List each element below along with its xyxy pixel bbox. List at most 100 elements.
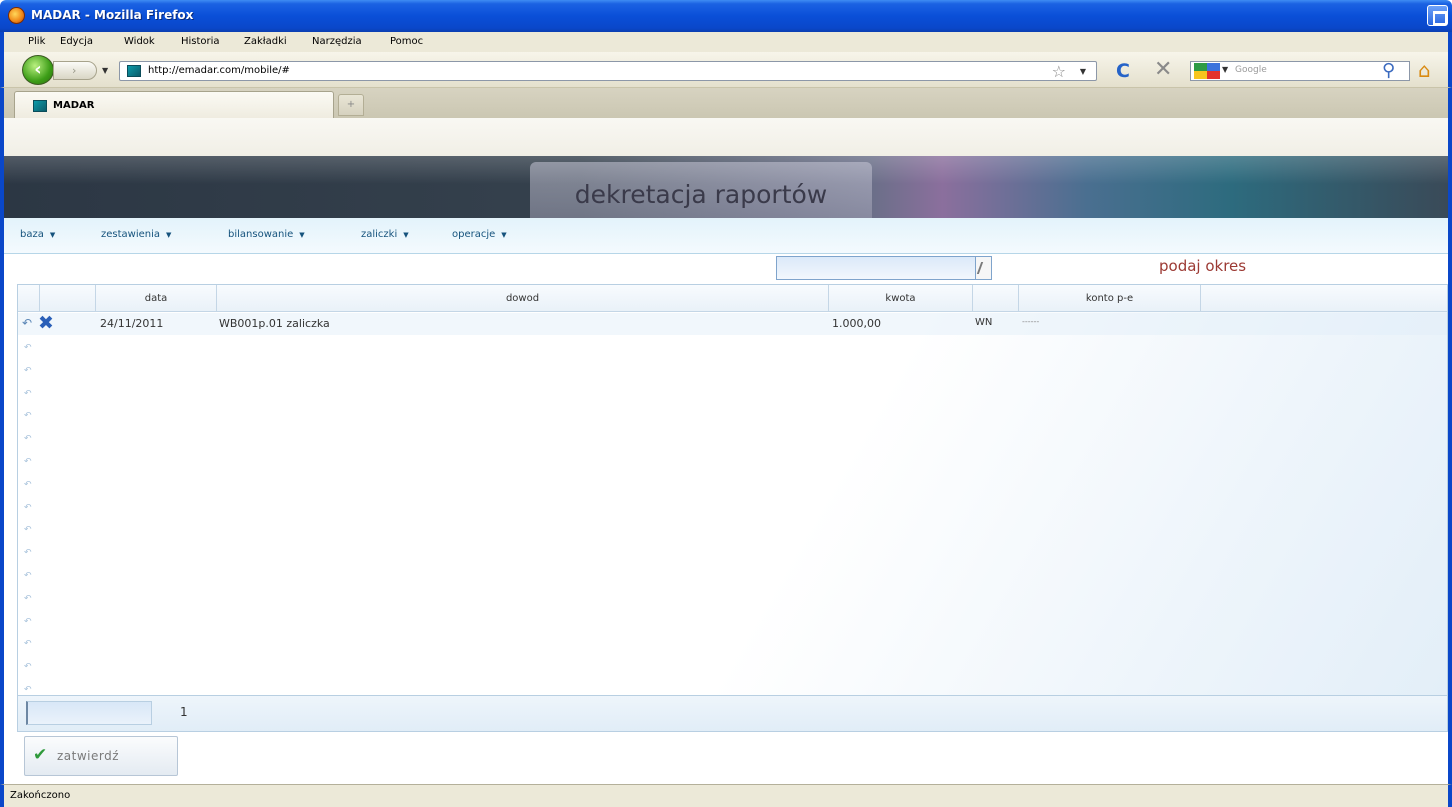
menu-narzedzia[interactable]: Narzędzia (312, 36, 362, 47)
tab-madar[interactable]: MADAR (14, 91, 334, 118)
menu-widok[interactable]: Widok (124, 36, 155, 47)
menu-zakladki[interactable]: Zakładki (244, 36, 287, 47)
tab-label: MADAR (53, 100, 95, 111)
page-top-strip (4, 118, 1448, 156)
url-dropdown-icon[interactable]: ▼ (1080, 67, 1086, 76)
empty-row-marker-icon: ↶ (24, 479, 32, 490)
col-header-strona[interactable] (973, 285, 1019, 312)
col-header-actions (18, 285, 40, 312)
cell-konto: ------ (1022, 317, 1040, 326)
empty-row-marker-icon: ↶ (24, 548, 32, 559)
col-header-kwota[interactable]: kwota (829, 285, 973, 312)
url-text[interactable]: http://emadar.com/mobile/# (148, 65, 290, 76)
grid-pager: 1 (18, 695, 1447, 731)
menu-operacje[interactable]: operacje ▼ (452, 229, 507, 240)
browser-tabbar: MADAR + (0, 88, 1452, 118)
empty-row-marker-icon: ↶ (24, 616, 32, 627)
empty-row-marker-icon: ↶ (24, 434, 32, 445)
search-input[interactable]: ▼ Google (1190, 61, 1410, 81)
header-title-panel: dekretacja raportów (530, 162, 872, 218)
confirm-button[interactable]: ✔ zatwierdź (24, 736, 178, 776)
filter-row: podaj okres (4, 254, 1448, 282)
window-title: MADAR - Mozilla Firefox (31, 8, 194, 22)
empty-row-marker-icon: ↶ (24, 343, 32, 353)
menu-label: zestawienia (101, 229, 161, 240)
chevron-down-icon: ▼ (403, 231, 409, 239)
page-number[interactable]: 1 (180, 705, 188, 719)
empty-row-marker-icon: ↶ (24, 525, 32, 536)
data-grid: data dowod kwota konto p-e ↶ ✖ 24/11/201… (17, 284, 1448, 732)
menu-plik[interactable]: Plik (28, 36, 45, 47)
window-frame-right (1448, 118, 1452, 784)
col-header-dowod[interactable]: dowod (217, 285, 829, 312)
menu-historia[interactable]: Historia (181, 36, 220, 47)
new-tab-button[interactable]: + (338, 94, 364, 116)
menu-baza[interactable]: baza ▼ (20, 229, 55, 240)
empty-row-marker-icon: ↶ (24, 502, 32, 513)
period-input[interactable] (776, 256, 976, 280)
empty-row-marker-icon: ↶ (24, 570, 32, 581)
cell-dowod: WB001p.01 zaliczka (219, 317, 330, 330)
edit-arrow-icon[interactable]: ↶ (22, 316, 32, 330)
confirm-label: zatwierdź (57, 749, 120, 763)
menu-label: bilansowanie (228, 229, 294, 240)
menu-zestawienia[interactable]: zestawienia ▼ (101, 229, 171, 240)
status-bar: Zakończono (0, 784, 1452, 807)
engine-dropdown-icon[interactable]: ▼ (1222, 65, 1228, 74)
cell-strona: WN (975, 317, 993, 328)
browser-menubar: Plik Edycja Widok Historia Zakładki Narz… (0, 32, 1452, 52)
empty-row-markers: ↶ ↶ ↶ ↶ ↶ ↶ ↶ ↶ ↶ ↶ ↶ ↶ ↶ ↶ ↶ ↶ (24, 337, 32, 702)
empty-row-marker-icon: ↶ (24, 662, 32, 673)
chevron-down-icon: ▼ (299, 231, 305, 239)
empty-row-marker-icon: ↶ (24, 593, 32, 604)
site-favicon-icon (127, 65, 141, 77)
table-row[interactable]: ↶ ✖ 24/11/2011 WB001p.01 zaliczka 1.000,… (18, 312, 1447, 335)
menu-edycja[interactable]: Edycja (60, 36, 93, 47)
menu-zaliczki[interactable]: zaliczki ▼ (361, 229, 409, 240)
home-icon[interactable]: ⌂ (1418, 58, 1431, 82)
chevron-down-icon: ▼ (166, 231, 172, 239)
menu-label: zaliczki (361, 229, 398, 240)
chevron-down-icon: ▼ (501, 231, 507, 239)
bookmark-star-icon[interactable]: ☆ (1052, 62, 1066, 81)
period-picker-button[interactable] (975, 256, 992, 280)
menu-label: operacje (452, 229, 496, 240)
col-header-konto[interactable]: konto p-e (1019, 285, 1201, 312)
search-engine-icon[interactable] (1194, 63, 1220, 79)
app-menu: baza ▼ zestawienia ▼ bilansowanie ▼ zaliczk… (4, 218, 1448, 254)
stop-icon[interactable]: ✕ (1154, 57, 1172, 82)
empty-row-marker-icon: ↶ (24, 456, 32, 467)
checkmark-icon: ✔ (33, 745, 48, 765)
url-bar[interactable]: http://emadar.com/mobile/# ☆ ▼ (119, 61, 1097, 81)
tab-favicon-icon (33, 100, 47, 112)
empty-row-marker-icon: ↶ (24, 639, 32, 650)
browser-navbar: ‹ › ▼ http://emadar.com/mobile/# ☆ ▼ C ✕… (0, 52, 1452, 88)
firefox-icon (8, 7, 25, 24)
magnifier-icon[interactable]: ⚲ (1382, 60, 1395, 81)
menu-pomoc[interactable]: Pomoc (390, 36, 423, 47)
empty-row-marker-icon: ↶ (24, 365, 32, 376)
cell-kwota: 1.000,00 (832, 317, 881, 330)
menu-label: baza (20, 229, 44, 240)
search-placeholder: Google (1235, 65, 1267, 75)
app-header: dekretacja raportów (4, 156, 1448, 218)
status-text: Zakończono (10, 790, 71, 801)
maximize-button[interactable] (1427, 5, 1448, 26)
delete-x-icon[interactable]: ✖ (38, 312, 54, 334)
history-dropdown-icon[interactable]: ▼ (102, 66, 108, 75)
empty-row-marker-icon: ↶ (24, 388, 32, 399)
window-titlebar: MADAR - Mozilla Firefox (0, 0, 1452, 32)
cell-data: 24/11/2011 (100, 317, 164, 330)
forward-arrow-icon[interactable]: › (53, 61, 97, 80)
col-header-delete (40, 285, 96, 312)
reload-icon[interactable]: C (1116, 60, 1130, 82)
page-input[interactable] (26, 701, 152, 725)
back-arrow-icon[interactable]: ‹ (22, 55, 54, 85)
chevron-down-icon: ▼ (49, 231, 56, 239)
period-label: podaj okres (1159, 257, 1247, 275)
menu-bilansowanie[interactable]: bilansowanie ▼ (228, 229, 305, 240)
grid-header: data dowod kwota konto p-e (18, 285, 1447, 312)
col-header-data[interactable]: data (96, 285, 217, 312)
page-title: dekretacja raportów (574, 180, 828, 209)
empty-row-marker-icon: ↶ (24, 411, 32, 422)
